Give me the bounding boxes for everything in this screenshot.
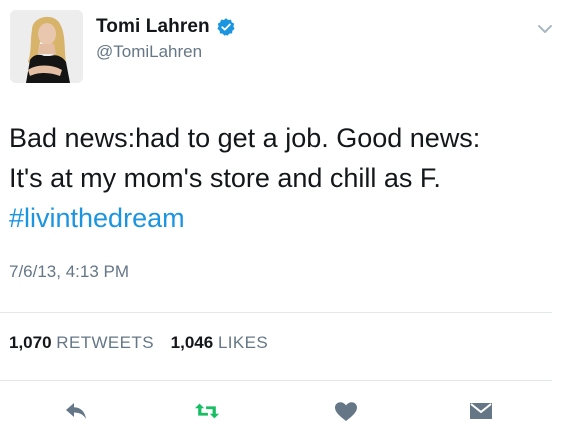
engagement-stats: 1,070 RETWEETS 1,046 LIKES: [9, 333, 280, 353]
tweet-text: Bad news:had to get a job. Good news: It…: [9, 118, 559, 238]
retweet-icon[interactable]: [194, 400, 220, 422]
retweets-count[interactable]: 1,070: [9, 333, 52, 352]
verified-badge-icon: [216, 17, 236, 37]
divider: [0, 380, 552, 381]
likes-label[interactable]: LIKES: [218, 333, 268, 352]
display-name[interactable]: Tomi Lahren: [96, 16, 210, 38]
avatar[interactable]: [10, 10, 83, 83]
tweet-card: Tomi Lahren @TomiLahren Bad news:had to …: [0, 0, 570, 431]
heart-icon[interactable]: [333, 400, 359, 422]
reply-icon[interactable]: [63, 400, 89, 422]
timestamp[interactable]: 7/6/13, 4:13 PM: [9, 262, 129, 282]
handle[interactable]: @TomiLahren: [96, 42, 236, 62]
chevron-down-icon[interactable]: [536, 22, 554, 36]
likes-count[interactable]: 1,046: [171, 333, 214, 352]
retweets-label[interactable]: RETWEETS: [56, 333, 154, 352]
envelope-icon[interactable]: [468, 400, 494, 422]
profile-photo-icon: [10, 10, 83, 83]
divider: [0, 312, 552, 313]
author-block: Tomi Lahren @TomiLahren: [96, 16, 236, 62]
tweet-text-line: It's at my mom's store and chill as F.: [9, 163, 441, 193]
tweet-text-line: Bad news:had to get a job. Good news:: [9, 123, 481, 153]
hashtag-link[interactable]: #livinthedream: [9, 198, 559, 238]
